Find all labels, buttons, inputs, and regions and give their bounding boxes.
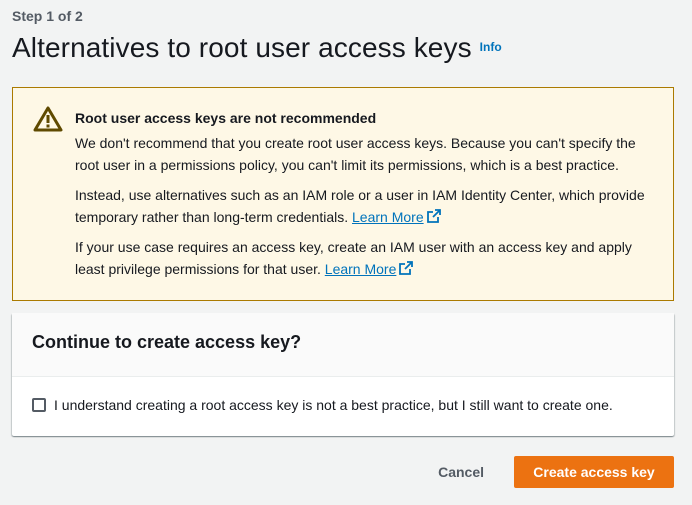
learn-more-link-iam-user[interactable]: Learn More: [325, 261, 414, 277]
external-link-icon: [399, 261, 414, 275]
form-actions: Cancel Create access key: [410, 456, 674, 488]
external-link-icon: [426, 209, 441, 223]
learn-more-link-credentials[interactable]: Learn More: [352, 209, 441, 225]
warning-alert: Root user access keys are not recommende…: [12, 87, 674, 301]
confirm-panel: Continue to create access key? I underst…: [12, 313, 674, 436]
alert-heading: Root user access keys are not recommende…: [75, 110, 377, 126]
info-link[interactable]: Info: [480, 40, 502, 54]
alert-paragraph-1: We don't recommend that you create root …: [75, 135, 636, 173]
acknowledge-checkbox[interactable]: [32, 398, 46, 412]
alert-paragraph-2: Instead, use alternatives such as an IAM…: [75, 184, 653, 228]
acknowledge-checkbox-label[interactable]: I understand creating a root access key …: [54, 397, 613, 413]
alert-paragraph-3: If your use case requires an access key,…: [75, 236, 653, 280]
page-header: Alternatives to root user access keys In…: [12, 32, 502, 64]
panel-body: I understand creating a root access key …: [12, 377, 674, 413]
cancel-button[interactable]: Cancel: [410, 456, 512, 488]
step-indicator: Step 1 of 2: [12, 8, 83, 24]
learn-more-label: Learn More: [324, 261, 397, 277]
warning-triangle-icon: [33, 106, 63, 132]
learn-more-label: Learn More: [352, 209, 424, 225]
panel-title: Continue to create access key?: [32, 332, 302, 352]
page-title: Alternatives to root user access keys: [12, 32, 472, 63]
panel-header: Continue to create access key?: [12, 313, 674, 377]
create-access-key-button[interactable]: Create access key: [514, 456, 674, 488]
